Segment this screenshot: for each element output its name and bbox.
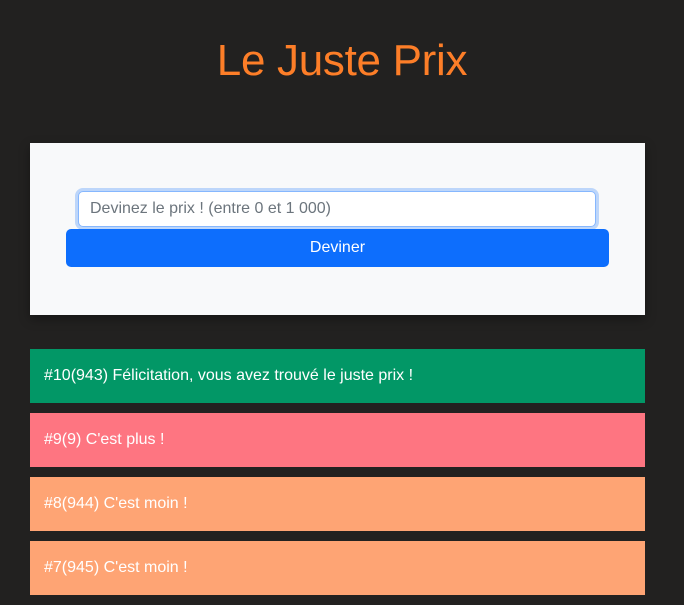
result-item-minus: #8(944) C'est moin ! (30, 477, 645, 531)
result-item-plus: #9(9) C'est plus ! (30, 413, 645, 467)
result-item-minus: #7(945) C'est moin ! (30, 541, 645, 595)
page-title: Le Juste Prix (216, 36, 468, 85)
results-list: #10(943) Félicitation, vous avez trouvé … (30, 349, 645, 605)
guess-form-card: Deviner (30, 143, 645, 315)
guess-input[interactable] (75, 188, 599, 230)
result-item-win: #10(943) Félicitation, vous avez trouvé … (30, 349, 645, 403)
guess-button[interactable]: Deviner (66, 229, 609, 267)
